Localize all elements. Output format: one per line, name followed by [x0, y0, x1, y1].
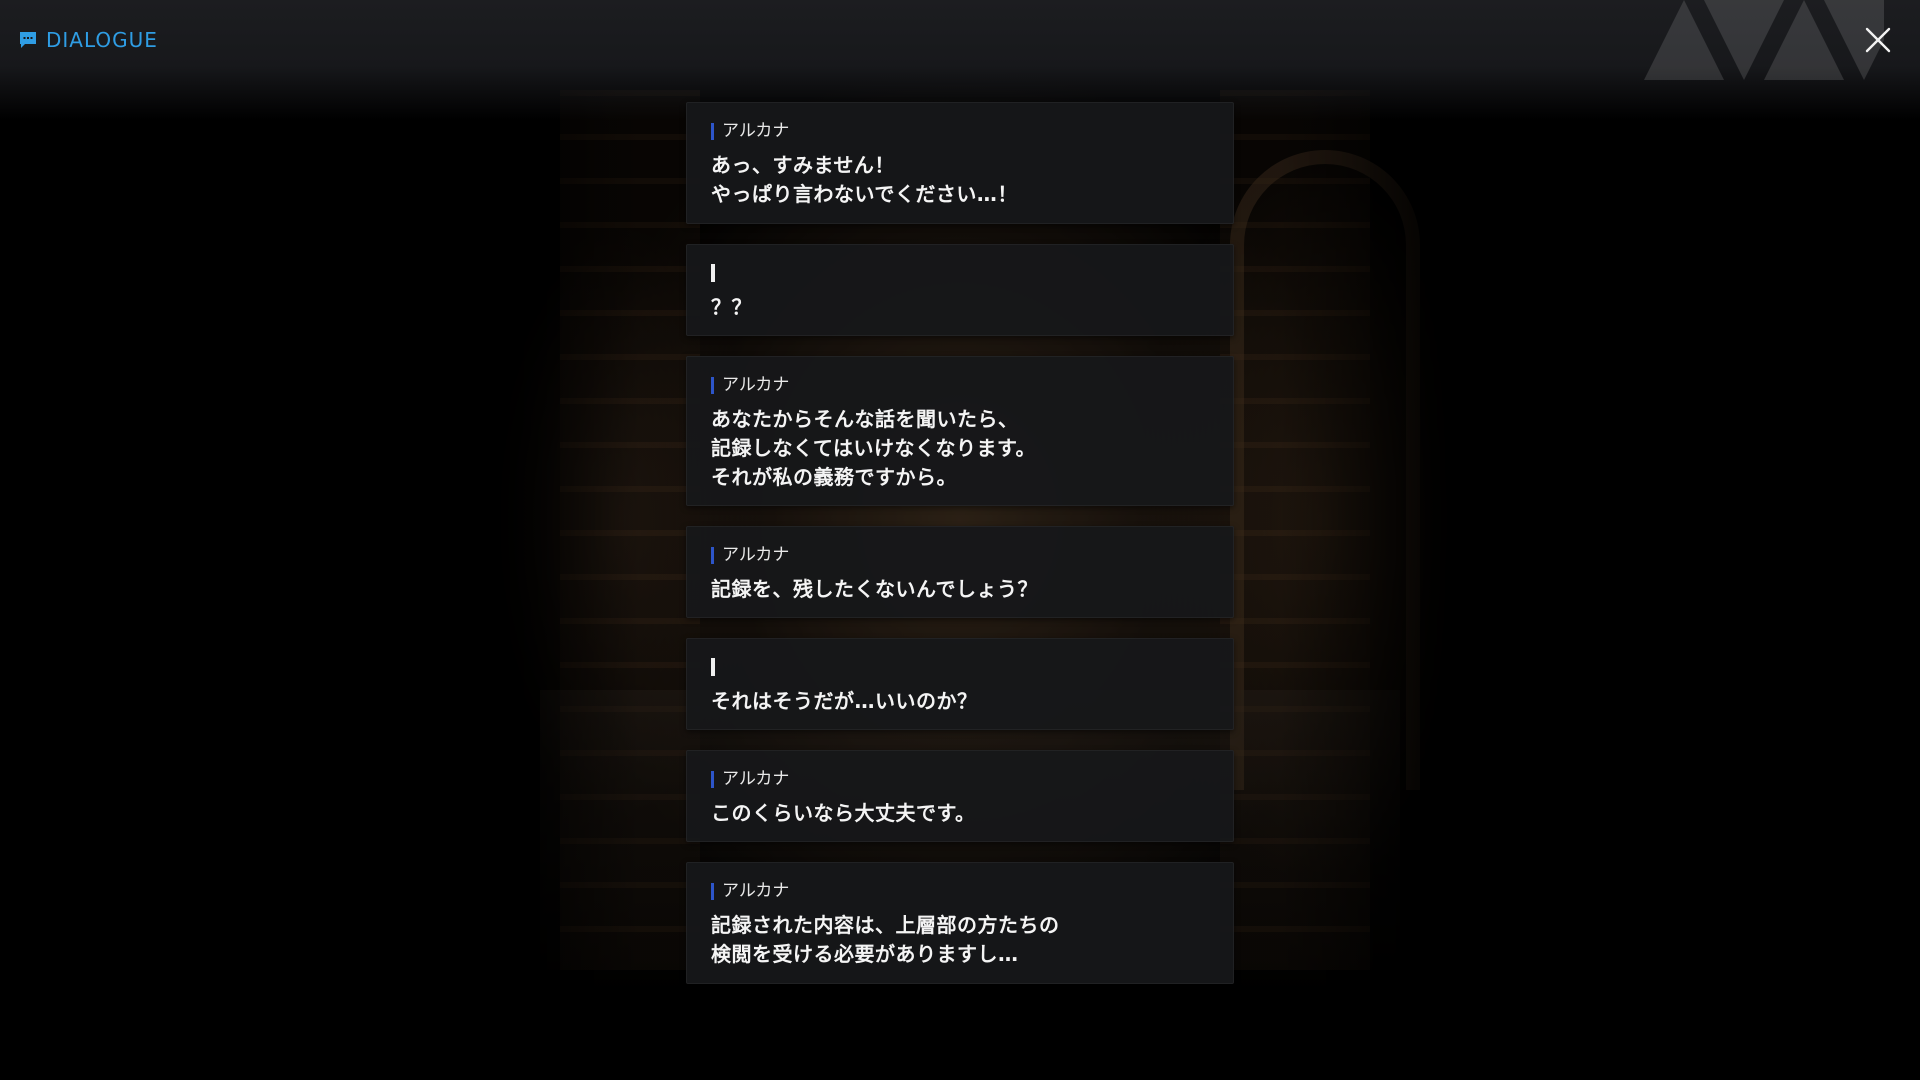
dialogue-text: 記録を、残したくないんでしょう？ [711, 577, 1038, 601]
speaker-marker [711, 376, 714, 394]
speaker-name: アルカナ [722, 769, 790, 789]
dialogue-entry: ？？ [686, 244, 1234, 336]
speaker-row: アルカナ [711, 121, 1209, 141]
speaker-marker [711, 264, 715, 282]
dialogue-entry: アルカナ 記録された内容は、上層部の方たちの 検閲を受ける必要がありますし… [686, 862, 1234, 984]
dialogue-text: あなたからそんな話を聞いたら、 記録しなくてはいけなくなります。 それが私の義務… [711, 407, 1036, 489]
speaker-marker [711, 882, 714, 900]
dialogue-entry: アルカナ あなたからそんな話を聞いたら、 記録しなくてはいけなくなります。 それ… [686, 356, 1234, 506]
dialogue-text: あっ、すみません！ やっぱり言わないでください…！ [711, 153, 1018, 206]
speaker-marker [711, 546, 714, 564]
dialogue-text: それはそうだが…いいのか？ [711, 689, 978, 713]
speaker-marker [711, 658, 715, 676]
dialogue-title-text: DIALOGUE [46, 28, 158, 52]
dialogue-entry: それはそうだが…いいのか？ [686, 638, 1234, 730]
dialogue-entry: アルカナ 記録を、残したくないんでしょう？ [686, 526, 1234, 618]
speaker-name: アルカナ [722, 881, 790, 901]
close-button[interactable] [1862, 24, 1894, 56]
dialogue-log-screen: DIALOGUE アルカナ あっ、すみません！ やっぱり言わないでください…！ … [0, 0, 1920, 1080]
speaker-name: アルカナ [722, 545, 790, 565]
dialogue-entry: アルカナ あっ、すみません！ やっぱり言わないでください…！ [686, 102, 1234, 224]
speaker-marker [711, 122, 714, 140]
speaker-name: アルカナ [722, 375, 790, 395]
dialogue-text: ？？ [711, 295, 752, 319]
close-icon [1865, 27, 1891, 53]
speaker-row [711, 657, 1209, 677]
dialogue-text: このくらいなら大丈夫です。 [711, 801, 976, 825]
speaker-row [711, 263, 1209, 283]
dialogue-text: 記録された内容は、上層部の方たちの 検閲を受ける必要がありますし… [711, 913, 1060, 966]
speaker-row: アルカナ [711, 769, 1209, 789]
decorative-triangles-icon [1644, 0, 1884, 80]
dialogue-title: DIALOGUE [18, 28, 158, 52]
speaker-row: アルカナ [711, 881, 1209, 901]
dialogue-entry: アルカナ このくらいなら大丈夫です。 [686, 750, 1234, 842]
speaker-row: アルカナ [711, 545, 1209, 565]
chat-bubble-icon [20, 32, 36, 48]
speaker-name: アルカナ [722, 121, 790, 141]
speaker-row: アルカナ [711, 375, 1209, 395]
speaker-marker [711, 770, 714, 788]
